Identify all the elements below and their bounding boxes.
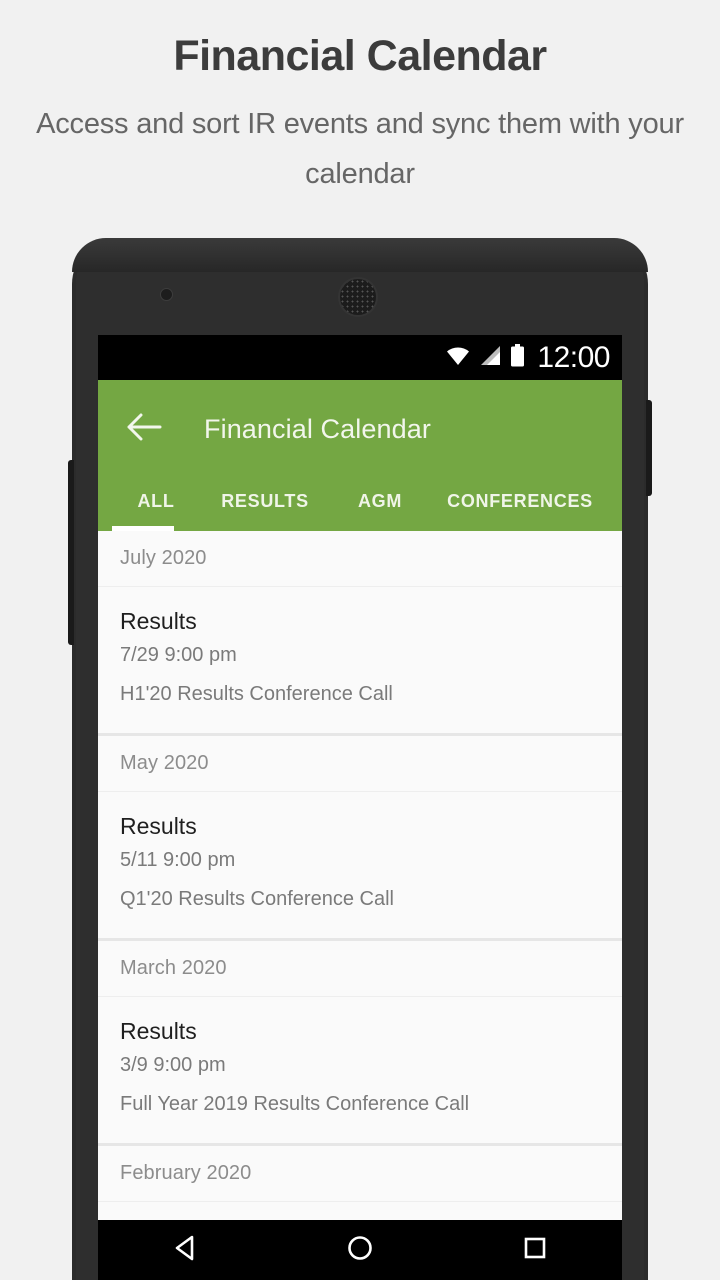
phone-mockup: 12:00 Financial Calendar ALL RESULTS AGM… bbox=[68, 238, 652, 1280]
cell-signal-icon bbox=[479, 345, 501, 370]
page-subtitle: Access and sort IR events and sync them … bbox=[36, 108, 684, 190]
tab-all[interactable]: ALL bbox=[112, 491, 200, 512]
nav-home-button[interactable] bbox=[325, 1220, 395, 1280]
phone-screen: 12:00 Financial Calendar ALL RESULTS AGM… bbox=[98, 335, 622, 1280]
event-date: 5/11 9:00 pm bbox=[120, 848, 236, 871]
home-circle-icon bbox=[346, 1234, 374, 1267]
event-type: Results bbox=[120, 812, 197, 839]
app-bar-title: Financial Calendar bbox=[204, 413, 431, 444]
tab-results[interactable]: RESULTS bbox=[200, 491, 330, 512]
volume-rocker-button[interactable] bbox=[68, 460, 74, 645]
section-header: July 2020 bbox=[98, 531, 622, 587]
page-title: Financial Calendar bbox=[173, 32, 547, 80]
tab-conferences[interactable]: CONFERENCES bbox=[430, 491, 610, 512]
event-date: 3/9 9:00 pm bbox=[120, 1053, 226, 1076]
arrow-left-icon bbox=[126, 412, 162, 447]
section-header-label: July 2020 bbox=[120, 547, 207, 569]
section-header-label: March 2020 bbox=[120, 956, 227, 979]
wifi-icon bbox=[446, 346, 470, 370]
nav-recents-button[interactable] bbox=[500, 1220, 570, 1280]
earpiece-speaker-icon bbox=[338, 277, 378, 317]
list-item[interactable]: Results 7/29 9:00 pm H1'20 Results Confe… bbox=[98, 587, 622, 736]
section-header: March 2020 bbox=[98, 940, 622, 997]
android-navigation-bar bbox=[98, 1220, 622, 1280]
status-icon-group bbox=[446, 343, 525, 372]
nav-back-button[interactable] bbox=[150, 1220, 220, 1280]
tab-bar: ALL RESULTS AGM CONFERENCES bbox=[98, 478, 622, 531]
tab-active-indicator bbox=[112, 526, 174, 531]
event-date: 7/29 9:00 pm bbox=[120, 643, 237, 666]
event-type: Results bbox=[120, 1017, 197, 1044]
event-type: Results bbox=[120, 608, 197, 634]
section-header-label: February 2020 bbox=[120, 1161, 252, 1184]
event-description: Full Year 2019 Results Conference Call bbox=[120, 1092, 470, 1115]
event-description: H1'20 Results Conference Call bbox=[120, 682, 393, 705]
phone-top-sheen bbox=[72, 238, 648, 272]
front-camera-icon bbox=[160, 288, 173, 301]
back-navigation-button[interactable] bbox=[120, 405, 168, 453]
list-item[interactable]: Results 3/9 9:00 pm Full Year 2019 Resul… bbox=[98, 996, 622, 1146]
events-list[interactable]: July 2020 Results 7/29 9:00 pm H1'20 Res… bbox=[98, 531, 622, 1280]
recents-square-icon bbox=[522, 1235, 548, 1266]
tab-agm[interactable]: AGM bbox=[330, 491, 430, 512]
section-header: May 2020 bbox=[98, 735, 622, 792]
battery-icon bbox=[510, 343, 525, 372]
status-bar-clock: 12:00 bbox=[537, 340, 610, 374]
event-description: Q1'20 Results Conference Call bbox=[120, 887, 394, 910]
list-item[interactable]: Results 5/11 9:00 pm Q1'20 Results Confe… bbox=[98, 791, 622, 941]
promo-header: Financial Calendar Access and sort IR ev… bbox=[0, 0, 720, 215]
section-header-label: May 2020 bbox=[120, 751, 209, 774]
status-bar: 12:00 bbox=[98, 335, 622, 380]
power-button[interactable] bbox=[646, 400, 652, 496]
back-triangle-icon bbox=[172, 1234, 198, 1267]
app-bar: Financial Calendar bbox=[98, 380, 622, 478]
section-header: February 2020 bbox=[98, 1145, 622, 1202]
